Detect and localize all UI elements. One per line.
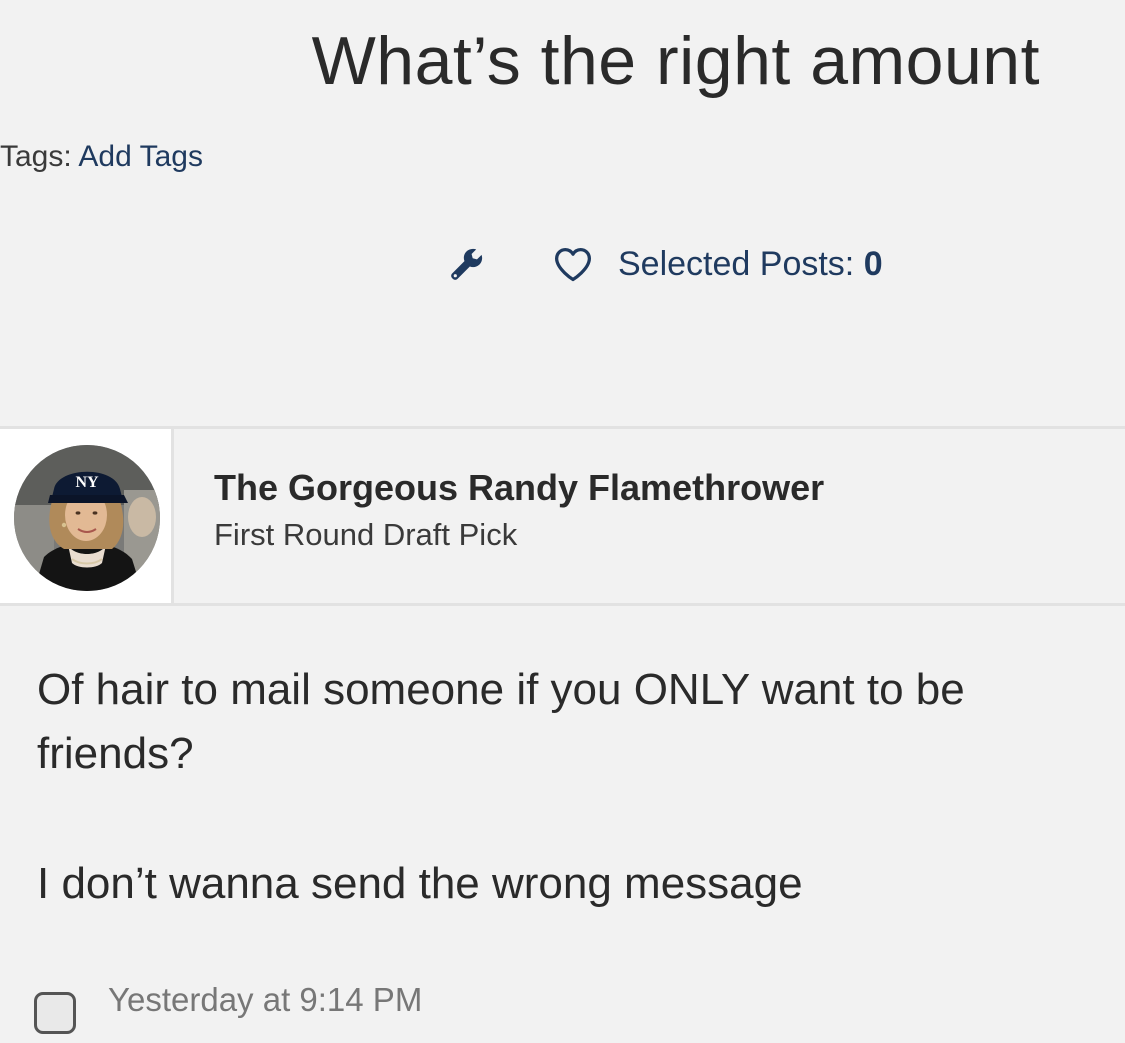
- avatar[interactable]: NY: [14, 445, 160, 591]
- thread-tools-button[interactable]: [440, 237, 494, 291]
- author-name[interactable]: The Gorgeous Randy Flamethrower: [214, 467, 824, 509]
- svg-text:NY: NY: [75, 474, 99, 491]
- selected-posts-count: 0: [863, 244, 883, 283]
- post-timestamp: Yesterday at 9:14 PM: [108, 981, 423, 1018]
- thread-toolbar: Selected Posts: 0: [440, 236, 883, 292]
- post-body: Of hair to mail someone if you ONLY want…: [37, 658, 1077, 916]
- selected-posts-link[interactable]: Selected Posts: 0: [618, 245, 883, 284]
- tags-label: Tags:: [0, 140, 72, 173]
- add-tags-link[interactable]: Add Tags: [78, 140, 203, 173]
- post-paragraph: Of hair to mail someone if you ONLY want…: [37, 665, 965, 778]
- select-post-checkbox[interactable]: [34, 992, 76, 1034]
- thread-title: What’s the right amount: [311, 23, 1040, 99]
- post-paragraph: I don’t wanna send the wrong message: [37, 859, 803, 908]
- watch-thread-button[interactable]: [546, 237, 600, 291]
- selected-posts-label: Selected Posts:: [618, 244, 855, 283]
- avatar-cell: NY: [0, 429, 174, 603]
- heart-icon: [555, 247, 591, 282]
- post-header: NY The Gorgeous Randy Flamethrower First…: [0, 426, 1125, 606]
- wrench-icon: [451, 248, 483, 280]
- author-title: First Round Draft Pick: [214, 517, 518, 552]
- tags-row: Tags: Add Tags: [0, 140, 203, 174]
- post-footer: Yesterday at 9:14 PM: [34, 978, 422, 1038]
- avatar-photo: NY: [14, 445, 160, 591]
